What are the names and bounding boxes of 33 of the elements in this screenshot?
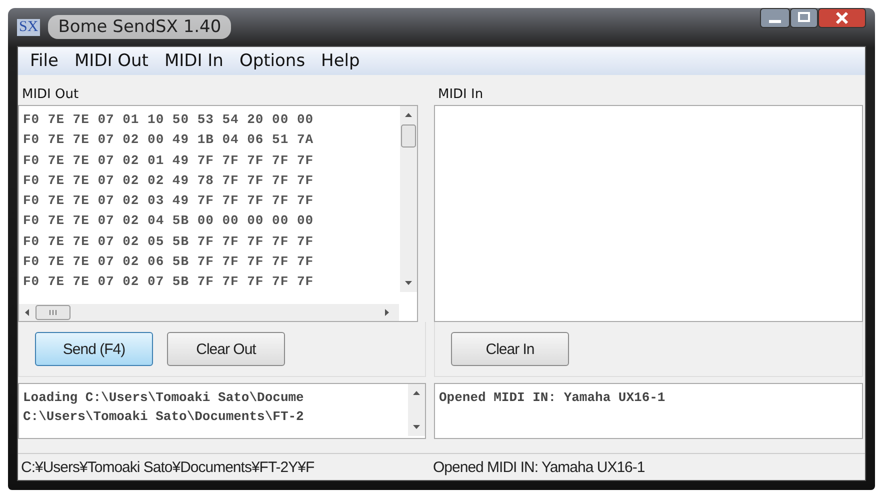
pane-label: MIDI Out <box>21 86 80 104</box>
close-button[interactable] <box>818 8 866 28</box>
maximize-button[interactable] <box>790 8 818 28</box>
hex-line: F0 7E 7E 07 02 01 49 7F 7F 7F 7F 7F <box>23 152 315 170</box>
hex-line: F0 7E 7E 07 02 04 5B 00 00 00 00 00 <box>23 212 315 230</box>
hex-line: F0 7E 7E 07 02 00 49 1B 04 06 51 7A <box>23 131 315 150</box>
app-icon: SX <box>17 18 40 36</box>
menu-item[interactable]: Options <box>231 51 314 71</box>
pane-label: MIDI In <box>437 86 484 104</box>
button[interactable]: Clear In <box>451 332 569 366</box>
vertical-scrollbar[interactable] <box>400 106 417 292</box>
menu-item[interactable]: Help <box>313 51 368 71</box>
log-line: C:\Users\Tomoaki Sato\Documents\FT-2 <box>23 408 305 426</box>
hex-line: F0 7E 7E 07 02 06 5B 7F 7F 7F 7F 7F <box>23 253 315 272</box>
hex-line: F0 7E 7E 07 02 02 49 78 7F 7F 7F 7F <box>23 172 315 190</box>
window-title: Bome SendSX 1.40 <box>48 15 232 39</box>
button[interactable]: Clear Out <box>167 332 285 366</box>
log-line: Opened MIDI IN: Yamaha UX16-1 <box>439 389 666 407</box>
vertical-scrollbar[interactable] <box>408 384 425 436</box>
hex-line: F0 7E 7E 07 02 05 5B 7F 7F 7F 7F 7F <box>23 232 315 251</box>
menu-item[interactable]: File <box>22 51 66 71</box>
menu-item[interactable]: MIDI Out <box>66 51 156 71</box>
minimize-button[interactable] <box>760 8 790 28</box>
hex-line: F0 7E 7E 07 02 07 5B 7F 7F 7F 7F 7F <box>23 273 315 292</box>
hex-line: F0 7E 7E 07 02 03 49 7F 7F 7F 7F 7F <box>23 192 315 210</box>
log-line: Loading C:\Users\Tomoaki Sato\Docume <box>23 389 305 407</box>
hex-line: F0 7E 7E 07 01 10 50 53 54 20 00 00 <box>23 111 315 129</box>
text-area[interactable] <box>18 105 418 322</box>
status-text: C:¥Users¥Tomoaki Sato¥Documents¥FT-2Y¥F <box>20 458 316 476</box>
status-text: Opened MIDI IN: Yamaha UX16-1 <box>433 458 645 476</box>
button[interactable]: Send (F4) <box>35 332 153 366</box>
menu-item[interactable]: MIDI In <box>156 51 232 71</box>
horizontal-scrollbar[interactable] <box>19 304 399 321</box>
